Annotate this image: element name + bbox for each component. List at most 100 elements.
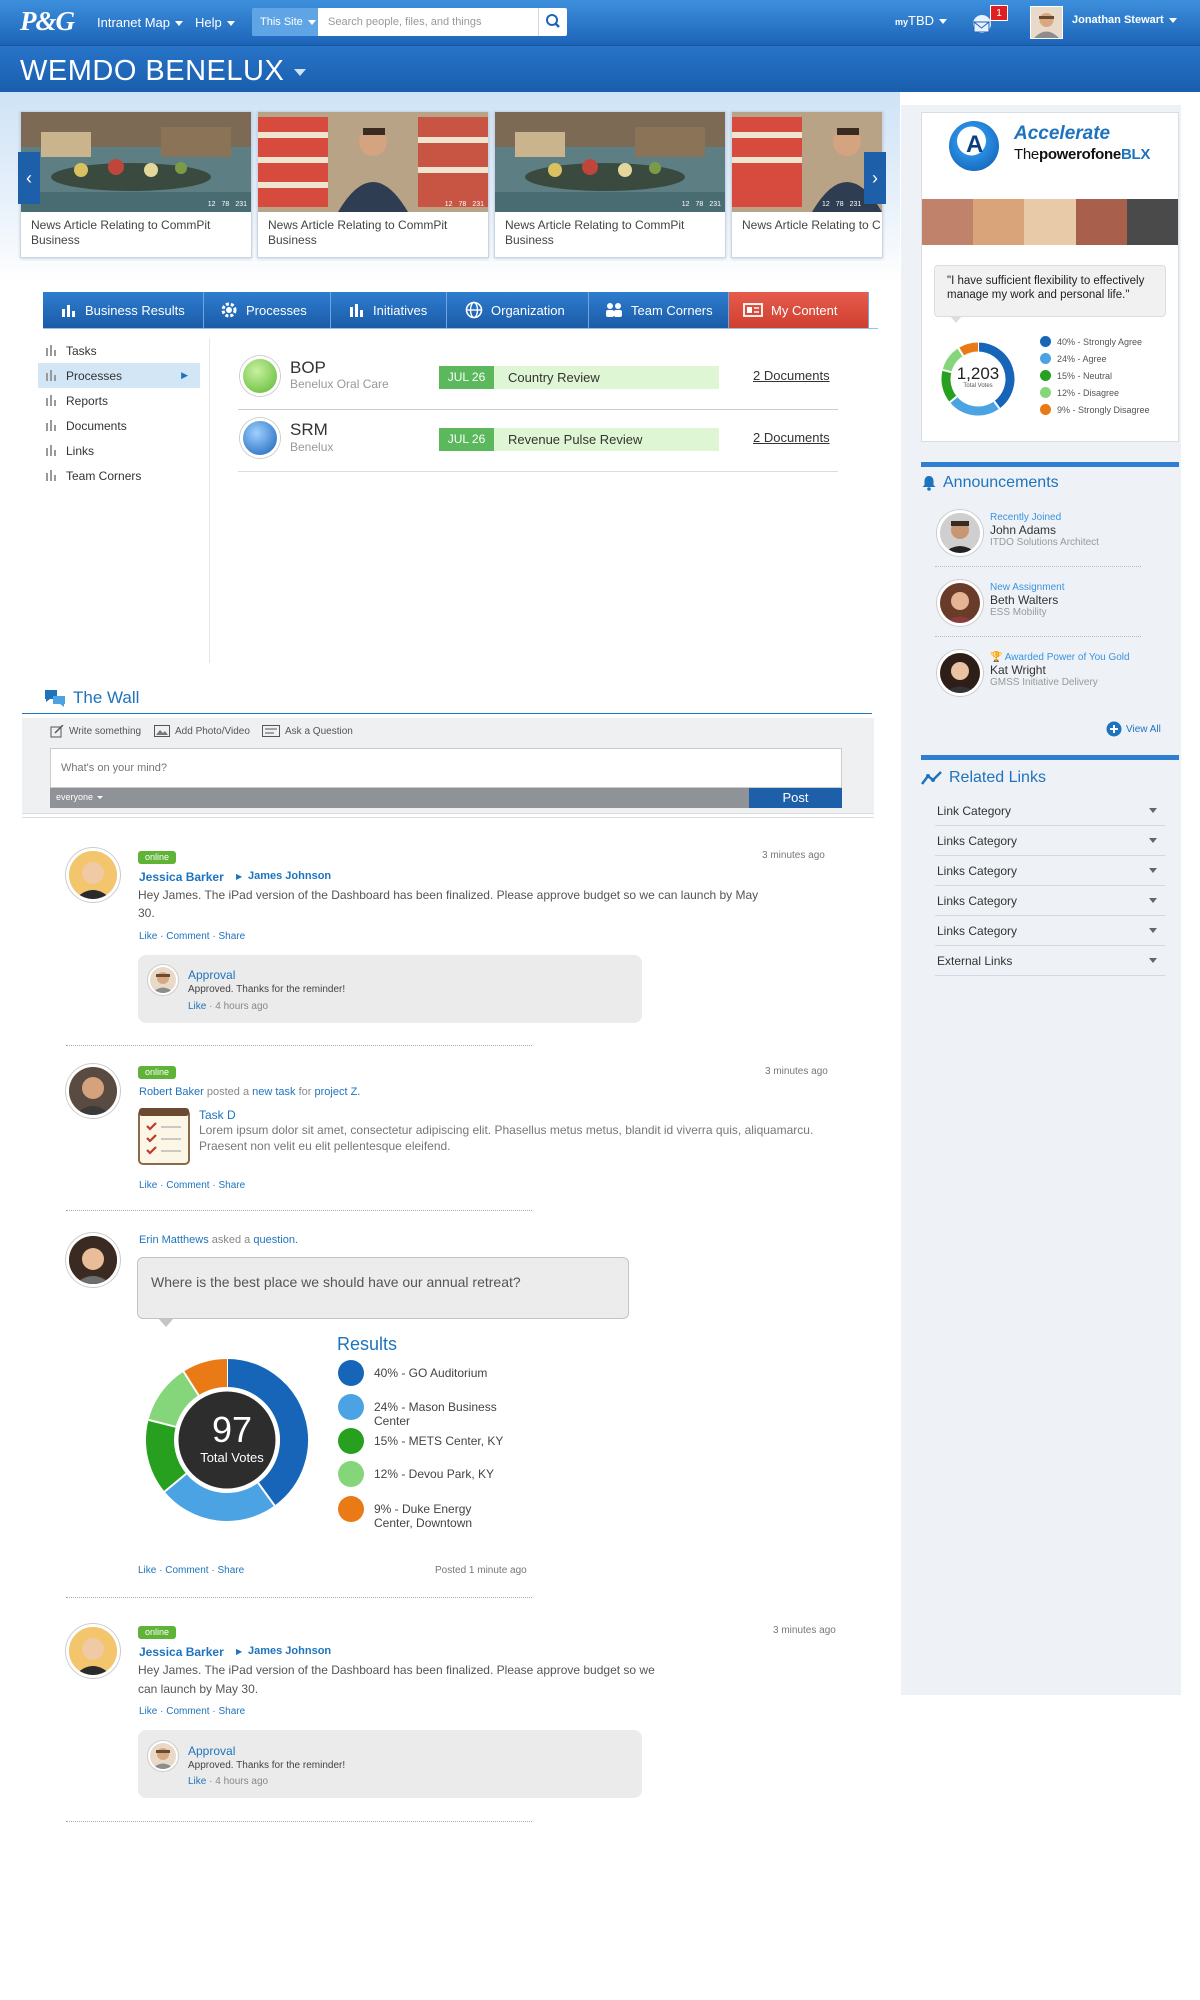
related-link-item[interactable]: External Links: [935, 946, 1165, 976]
my-menu[interactable]: myTBD: [895, 13, 948, 28]
sidemenu-item-reports[interactable]: Reports: [38, 388, 200, 413]
process-documents-link[interactable]: 2 Documents: [753, 368, 830, 383]
wall-tab-label: Add Photo/Video: [175, 725, 250, 737]
process-documents-link[interactable]: 2 Documents: [753, 430, 830, 445]
sidemenu-item-links[interactable]: Links: [38, 438, 200, 463]
site-title[interactable]: WEMDO BENELUX: [20, 55, 307, 88]
pg-logo[interactable]: P&G: [20, 6, 75, 37]
view-count: 231: [849, 201, 862, 208]
search-scope-dropdown[interactable]: This Site: [252, 8, 318, 36]
comment-count: 12: [681, 201, 690, 208]
related-link-item[interactable]: Link Category: [935, 796, 1165, 826]
sidemenu-item-tasks[interactable]: Tasks: [38, 338, 200, 363]
tab-my-content[interactable]: My Content: [729, 292, 869, 328]
wall-tab-question[interactable]: Ask a Question: [262, 725, 353, 737]
search-input[interactable]: [318, 8, 538, 36]
man-glasses-face-icon: [152, 972, 174, 993]
post-actions[interactable]: Like · Comment · Share: [139, 1706, 245, 1717]
wall-post-input[interactable]: [50, 748, 842, 788]
comment-time: · 4 hours ago: [209, 1001, 269, 1012]
wall-tab-photo[interactable]: Add Photo/Video: [154, 725, 250, 737]
woman-face-icon: [940, 653, 980, 693]
view-all-link[interactable]: View All: [1106, 721, 1161, 737]
wall-tab-label: Write something: [69, 726, 142, 737]
news-card[interactable]: 12 78 231 News Article Relating to C: [731, 111, 883, 258]
comment-author-link[interactable]: Approval: [188, 1744, 235, 1758]
news-card[interactable]: 12 78 231 News Article Relating to CommPit…: [257, 111, 489, 258]
related-link-item[interactable]: Links Category: [935, 826, 1165, 856]
avatar[interactable]: [66, 1064, 120, 1118]
question-text: Where is the best place we should have o…: [151, 1274, 521, 1290]
trend-line-icon: [921, 771, 942, 785]
avatar[interactable]: [66, 1233, 120, 1287]
chevron-down-icon: [939, 19, 948, 25]
tab-label: Team Corners: [631, 302, 713, 318]
tab-business-results[interactable]: Business Results: [43, 292, 204, 328]
sidemenu-item-documents[interactable]: Documents: [38, 413, 200, 438]
post-actions[interactable]: Like · Comment · Share: [139, 931, 245, 942]
post-author-link[interactable]: Jessica Barker: [139, 1645, 224, 1659]
tab-team-corners[interactable]: Team Corners: [589, 292, 729, 328]
announcement-item[interactable]: New Assignment Beth Walters ESS Mobility: [935, 577, 1141, 637]
avatar[interactable]: [148, 1741, 178, 1771]
post-object-link[interactable]: new task: [252, 1086, 295, 1098]
tab-initiatives[interactable]: Initiatives: [331, 292, 447, 328]
sidemenu-item-team-corners[interactable]: Team Corners: [38, 463, 200, 488]
bar-chart-icon: [46, 395, 56, 406]
post-recipient-link[interactable]: James Johnson: [248, 1645, 331, 1657]
related-link-label: Links Category: [937, 923, 1018, 938]
bar-chart-icon: [46, 345, 56, 356]
post-author-link[interactable]: Jessica Barker: [139, 870, 224, 884]
wall-tab-write[interactable]: Write something: [50, 725, 141, 738]
announcement-item[interactable]: 🏆 Awarded Power of You Gold Kat Wright GMS…: [935, 647, 1141, 707]
nav-help[interactable]: Help: [195, 15, 235, 30]
tab-organization[interactable]: Organization: [447, 292, 589, 328]
avatar: [937, 580, 983, 626]
comment-like-link[interactable]: Like: [188, 1776, 206, 1787]
announcement-text: New Assignment Beth Walters ESS Mobility: [990, 582, 1064, 618]
arrow-right-icon: ▶: [236, 872, 243, 881]
related-link-item[interactable]: Links Category: [935, 886, 1165, 916]
comment-author-link[interactable]: Approval: [188, 968, 235, 982]
post-project-link[interactable]: project Z.: [315, 1086, 361, 1098]
post-divider: [66, 1045, 532, 1046]
tab-processes[interactable]: Processes: [204, 292, 331, 328]
post-author-link[interactable]: Erin Matthews: [139, 1234, 209, 1246]
sidemenu-item-processes[interactable]: Processes ▶: [38, 363, 200, 388]
avatar[interactable]: [66, 848, 120, 902]
nav-intranet-map-label: Intranet Map: [97, 15, 170, 30]
comment-text: Approved. Thanks for the reminder!: [188, 984, 346, 995]
user-menu[interactable]: Jonathan Stewart: [1072, 14, 1177, 26]
nav-intranet-map[interactable]: Intranet Map: [97, 15, 183, 30]
related-links-header: Related Links: [921, 769, 1046, 787]
related-link-item[interactable]: Links Category: [935, 856, 1165, 886]
post-recipient-link[interactable]: James Johnson: [248, 870, 331, 882]
news-card[interactable]: 12 78 231 News Article Relating to CommPit…: [20, 111, 252, 258]
user-avatar[interactable]: [1030, 6, 1063, 39]
composer-footer: [50, 788, 842, 808]
announcement-label: 🏆 Awarded Power of You Gold: [990, 652, 1130, 663]
announcement-role: ESS Mobility: [990, 607, 1047, 618]
avatar[interactable]: [66, 1624, 120, 1678]
chevron-down-icon: [1149, 838, 1157, 843]
avatar[interactable]: [148, 965, 178, 995]
post-divider: [66, 1821, 532, 1822]
carousel-prev-button[interactable]: ‹: [18, 152, 40, 204]
news-card[interactable]: 12 78 231 News Article Relating to CommPit…: [494, 111, 726, 258]
notifications-button[interactable]: 1: [970, 5, 1008, 37]
post-actions[interactable]: Like · Comment · Share: [138, 1565, 244, 1576]
search-button[interactable]: [538, 8, 567, 36]
comment-like-link[interactable]: Like: [188, 1001, 206, 1012]
post-actions[interactable]: Like · Comment · Share: [139, 1180, 245, 1191]
post-button[interactable]: Post: [749, 788, 842, 808]
announcements-title: Announcements: [943, 474, 1059, 491]
announcement-item[interactable]: Recently Joined John Adams ITDO Solutions …: [935, 507, 1141, 567]
posted-time: Posted 1 minute ago: [435, 1565, 527, 1576]
related-link-item[interactable]: Links Category: [935, 916, 1165, 946]
post-author-link[interactable]: Robert Baker: [139, 1086, 204, 1098]
task-title-link[interactable]: Task D: [199, 1108, 236, 1122]
post-object-link[interactable]: question.: [253, 1234, 298, 1246]
carousel-next-button[interactable]: ›: [864, 152, 886, 204]
audience-dropdown[interactable]: everyone: [56, 792, 104, 802]
legend-label: 40% - Strongly Agree: [1057, 336, 1143, 347]
